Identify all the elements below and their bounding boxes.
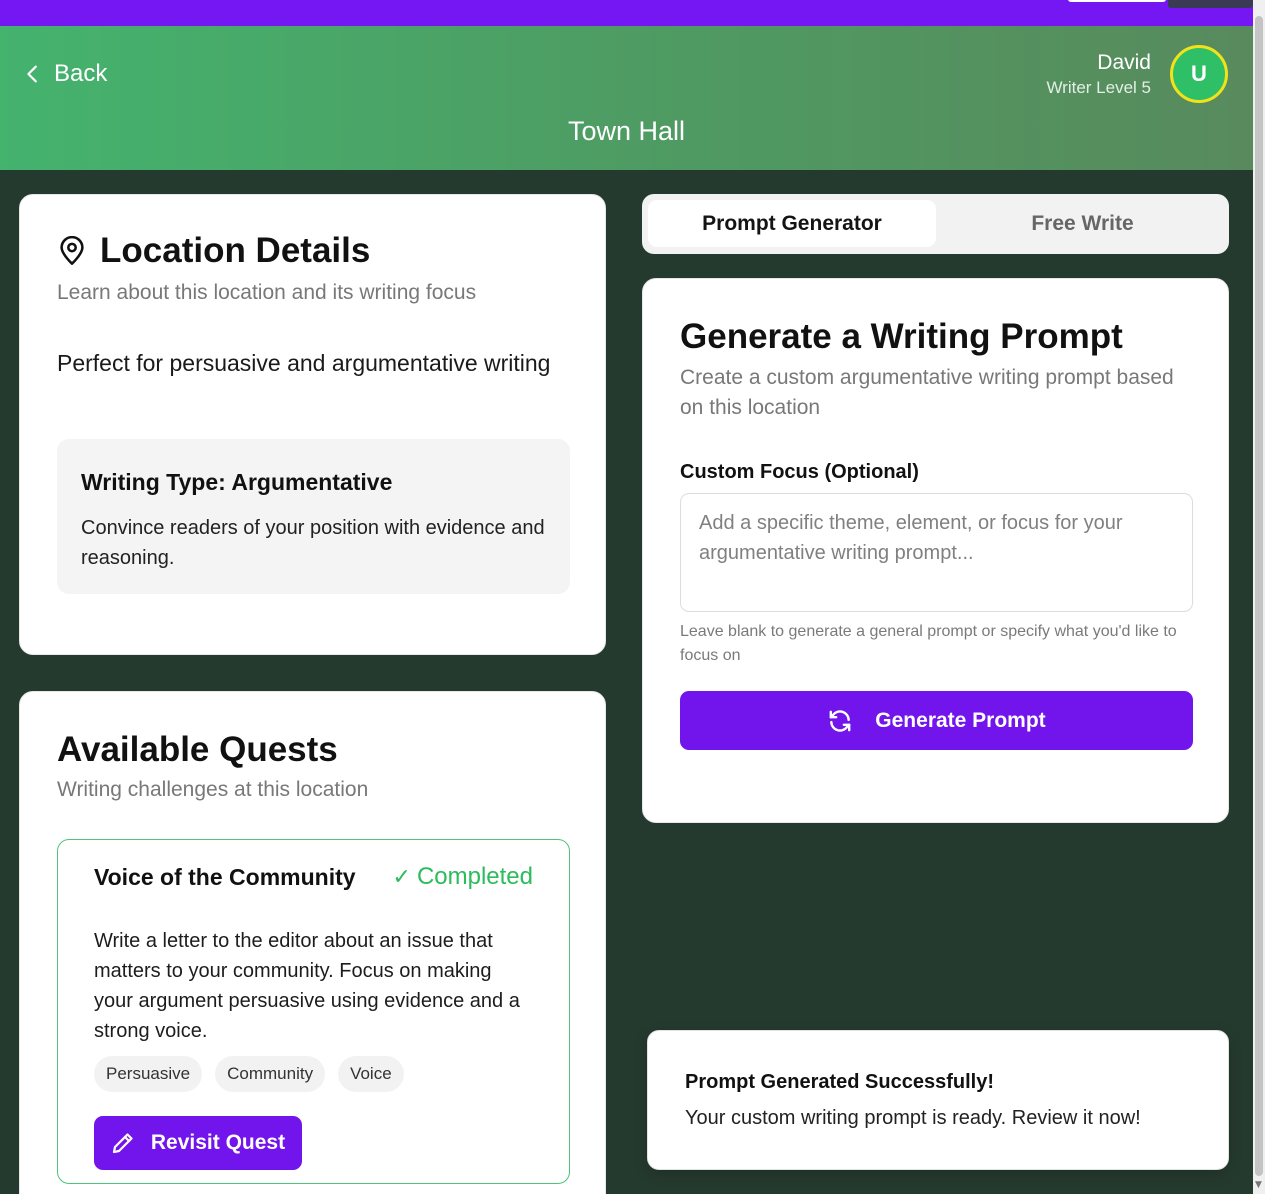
back-button[interactable]: Back: [22, 60, 107, 88]
quest-name: Voice of the Community: [94, 864, 356, 890]
writing-type-title: Writing Type: Argumentative: [81, 469, 393, 495]
quests-title: Available Quests: [57, 730, 338, 769]
quest-description: Write a letter to the editor about an is…: [94, 930, 520, 1042]
tag-voice: Voice: [338, 1056, 404, 1092]
custom-focus-label: Custom Focus (Optional): [680, 461, 919, 483]
generate-prompt-title: Generate a Writing Prompt: [680, 317, 1123, 356]
location-title: Location Details: [58, 231, 370, 271]
check-icon: ✓: [392, 864, 411, 890]
user-name: David: [1097, 51, 1151, 74]
location-subtitle: Learn about this location and its writin…: [57, 281, 477, 304]
custom-focus-hint: Leave blank to generate a general prompt…: [680, 623, 1177, 664]
quests-subtitle: Writing challenges at this location: [57, 778, 369, 801]
writing-type-box: Writing Type: Argumentative Convince rea…: [57, 439, 570, 594]
success-toast[interactable]: Prompt Generated Successfully! Your cust…: [647, 1030, 1229, 1170]
page-header: Back Town Hall David Writer Level 5 U: [0, 26, 1253, 170]
map-pin-icon: [60, 236, 84, 265]
revisit-quest-label: Revisit Quest: [150, 1131, 286, 1154]
writing-type-description: Convince readers of your position with e…: [81, 517, 545, 569]
refresh-icon: [829, 709, 851, 732]
tab-prompt-generator[interactable]: Prompt Generator: [648, 200, 936, 247]
user-info: David Writer Level 5: [1046, 50, 1151, 100]
avatar[interactable]: U: [1170, 45, 1228, 103]
scrollbar-thumb[interactable]: [1255, 16, 1263, 1176]
custom-focus-input[interactable]: [680, 493, 1193, 612]
quest-tags: Persuasive Community Voice: [94, 1056, 417, 1092]
toast-message: Your custom writing prompt is ready. Rev…: [685, 1107, 1141, 1129]
toast-title: Prompt Generated Successfully!: [685, 1071, 994, 1093]
chevron-left-icon: [27, 65, 37, 83]
generate-prompt-subtitle: Create a custom argumentative writing pr…: [680, 366, 1174, 419]
revisit-quest-button[interactable]: Revisit Quest: [94, 1116, 302, 1170]
back-label: Back: [54, 60, 108, 87]
available-quests-card: Available Quests Writing challenges at t…: [19, 691, 606, 1194]
quest-status-text: Completed: [416, 863, 533, 890]
top-accent-bar: [0, 0, 1253, 26]
top-bar-pill: [1068, 0, 1166, 2]
tag-persuasive: Persuasive: [94, 1056, 203, 1092]
tag-community: Community: [215, 1056, 326, 1092]
generate-prompt-card: Generate a Writing Prompt Create a custo…: [642, 278, 1229, 823]
mode-tabs: Prompt Generator Free Write: [642, 194, 1229, 254]
quest-item: Voice of the Community ✓ Completed Write…: [57, 839, 570, 1184]
quest-status-badge: ✓ Completed: [393, 863, 534, 891]
user-level: Writer Level 5: [1046, 78, 1151, 97]
location-details-card: Location Details Learn about this locati…: [19, 194, 606, 655]
location-title-text: Location Details: [100, 231, 371, 270]
scroll-down-arrow-icon[interactable]: ▼: [1255, 1180, 1262, 1190]
top-bar-corner: [1168, 0, 1253, 8]
tab-free-write[interactable]: Free Write: [942, 200, 1223, 247]
pencil-icon: [112, 1133, 133, 1154]
generate-prompt-label: Generate Prompt: [875, 708, 1046, 732]
page-scrollbar[interactable]: ▼: [1253, 0, 1265, 1194]
location-description: Perfect for persuasive and argumentative…: [57, 350, 551, 376]
page-title: Town Hall: [567, 116, 686, 146]
generate-prompt-button[interactable]: Generate Prompt: [680, 691, 1193, 750]
